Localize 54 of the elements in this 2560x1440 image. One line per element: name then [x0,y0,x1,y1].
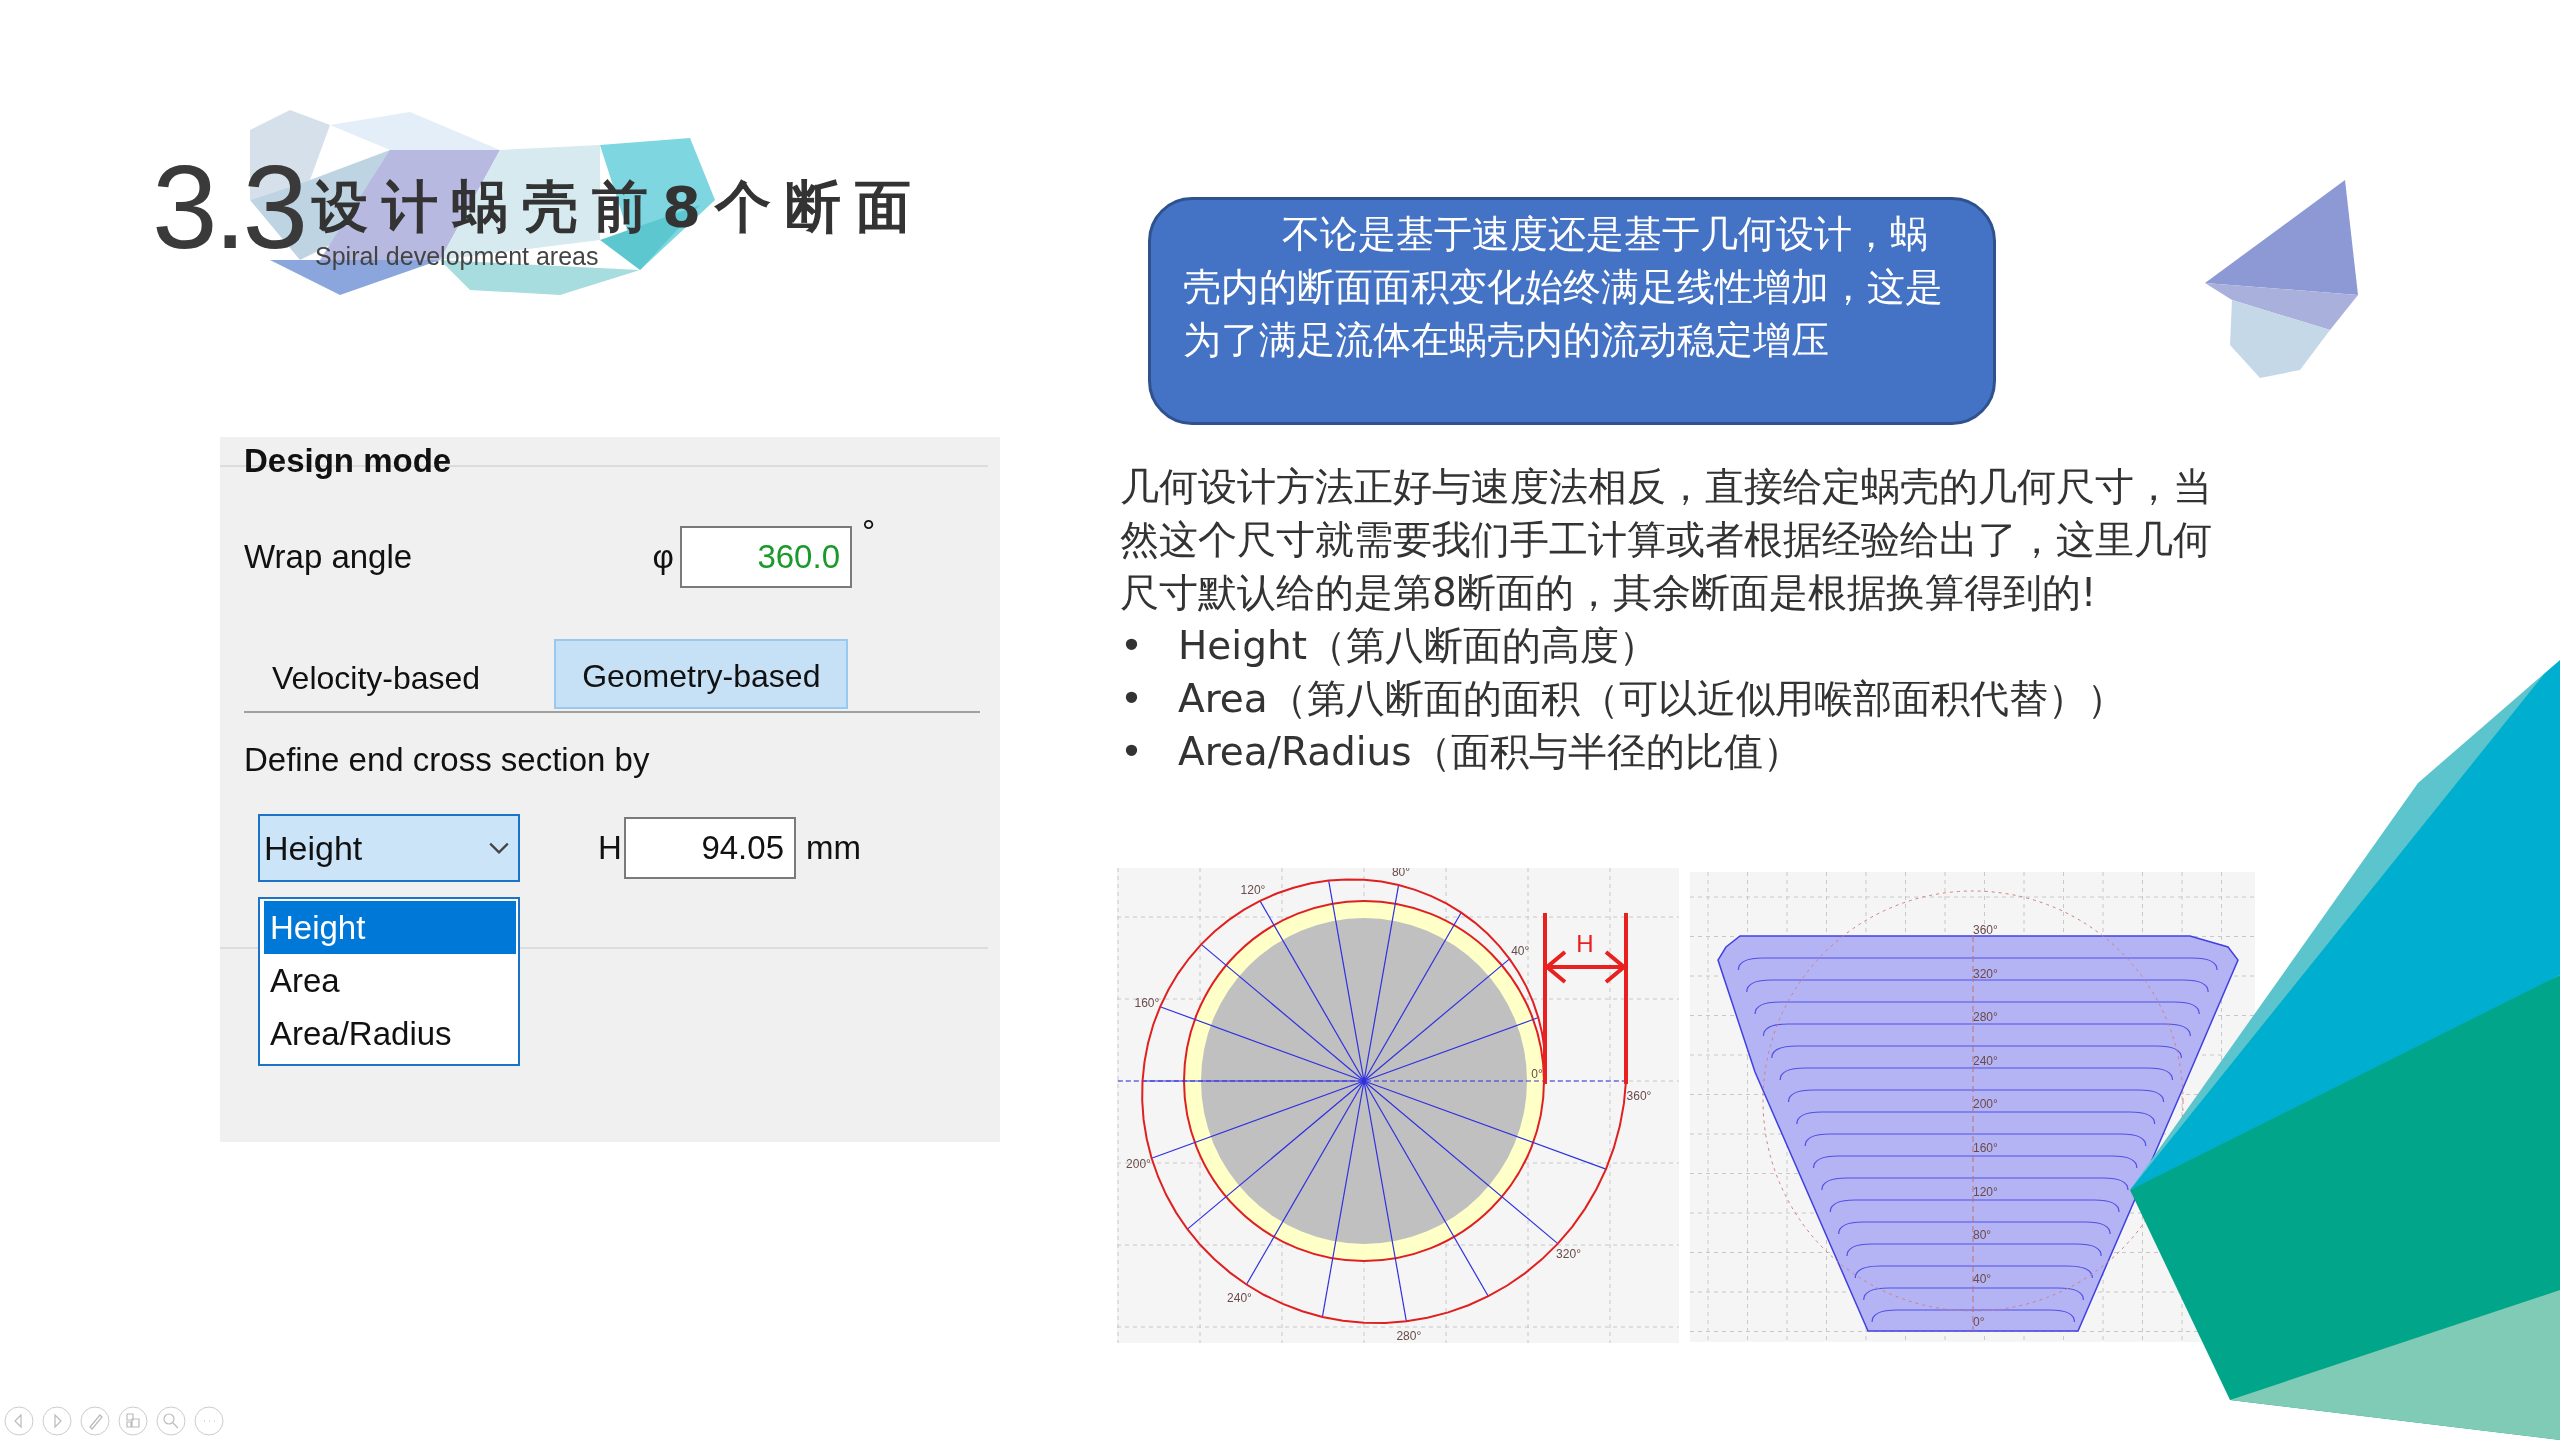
dropdown-option[interactable]: Height [264,901,516,954]
next-icon[interactable] [42,1406,72,1436]
bullet-text: Area/Radius（面积与半径的比值） [1178,728,1802,776]
slide-title: 设计蜗壳前8个断面 [312,176,925,238]
tab[interactable]: Velocity-based [244,641,509,711]
input-field[interactable]: 94.05 [624,817,796,879]
symbol-label: H [598,829,618,867]
symbol-label: φ [651,538,674,576]
angle-label: 240° [1973,1053,1998,1068]
unit-label: ° [862,513,876,551]
angle-label: 280° [1973,1010,1998,1025]
field-label: Wrap angle [244,538,414,576]
bullet-text: Height（第八断面的高度） [1178,622,1658,670]
angle-label: 320° [1973,966,1998,981]
slide-subtitle: Spiral development areas [315,242,599,271]
dropdown[interactable]: Height [258,814,520,882]
angle-label: 40° [1511,943,1530,958]
dropdown-option[interactable]: Area/Radius [264,1007,516,1060]
more-icon[interactable] [194,1406,224,1436]
bullet-mark: • [1120,675,1144,723]
paragraph: 几何设计方法正好与速度法相反，直接给定蜗壳的几何尺寸，当然这个尺寸就需要我们手工计算或者根据经验给出了，这里几何尺寸默认给的是第8断面的，其余断面是根据换算得到的! [1120,463,2213,617]
angle-label: 120° [1973,1184,1998,1199]
angle-label: 240° [1227,1290,1252,1305]
angle-label: 360° [1626,1089,1652,1103]
dropdown-option[interactable]: Area [264,954,516,1007]
chevron-down-icon [488,841,510,855]
angle-label: 360° [1973,923,1998,937]
callout-box: 不论是基于速度还是基于几何设计，蜗壳内的断面面积变化始终满足线性增加，这是为了满足流体在蜗壳内的流动稳定增压 [1148,197,1996,425]
bullet-text: Area（第八断面的面积（可以近似用喉部面积代替）） [1178,675,2126,723]
slide-number: 3.3 [152,148,305,266]
slides-icon[interactable] [118,1406,148,1436]
search-icon[interactable] [156,1406,186,1436]
angle-label: 160° [1134,996,1160,1010]
angle-label: 80° [1391,868,1411,880]
field-label: Define end cross section by [244,741,651,780]
unit-label: mm [806,829,861,867]
angle-label: 160° [1973,1141,1998,1155]
angle-label: 0° [1531,1067,1543,1081]
angle-label: 0° [1973,1315,1985,1330]
previous-icon[interactable] [4,1406,34,1436]
input-field[interactable]: 360.0 [680,526,852,588]
angle-label: 320° [1556,1246,1581,1261]
pen-icon[interactable] [80,1406,110,1436]
angle-label: 120° [1240,882,1266,897]
bullet-mark: • [1120,728,1144,776]
tab[interactable]: Geometry-based [554,639,849,709]
dimension-label: H [1576,930,1594,957]
bullet-mark: • [1120,622,1144,670]
angle-label: 40° [1973,1271,1992,1286]
angle-label: 200° [1973,1097,1998,1112]
angle-label: 200° [1126,1157,1151,1172]
angle-label: 280° [1396,1329,1422,1343]
group-title: Design mode [244,441,453,479]
angle-label: 80° [1973,1228,1992,1243]
